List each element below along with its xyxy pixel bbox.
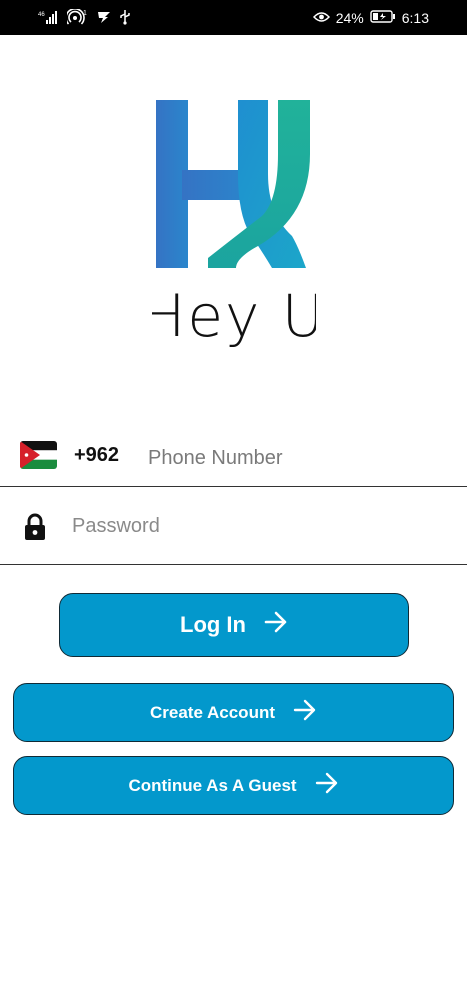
eye-comfort-icon — [312, 10, 330, 26]
login-button-label: Log In — [180, 612, 246, 637]
continue-as-guest-button[interactable]: Continue As A Guest — [13, 756, 454, 815]
lock-icon — [24, 513, 46, 541]
battery-percent: 24% — [335, 10, 364, 26]
create-account-button[interactable]: Create Account — [13, 683, 454, 742]
usb-icon — [119, 9, 131, 28]
status-right-icons: 24% 6:13 — [312, 9, 429, 27]
svg-text:46: 46 — [38, 12, 45, 18]
arrow-right-icon — [315, 772, 339, 799]
country-code[interactable]: +962 — [74, 444, 119, 467]
hotspot-icon: 1 — [65, 7, 89, 28]
continue-as-guest-label: Continue As A Guest — [128, 775, 297, 795]
create-account-label: Create Account — [149, 702, 275, 722]
jordan-flag-icon[interactable] — [20, 441, 57, 469]
status-bar: 46 1 24% 6:13 — [0, 0, 467, 35]
hey-u-logo — [156, 100, 310, 268]
password-input[interactable] — [72, 512, 432, 540]
svg-text:1: 1 — [83, 10, 87, 17]
status-left-icons: 46 1 — [38, 7, 131, 28]
phone-number-input[interactable] — [148, 444, 448, 472]
brand-name: Hey U — [152, 286, 316, 350]
brand-wordmark: Hey U — [152, 286, 316, 350]
vpn-key-icon — [96, 9, 112, 28]
phone-number-row: +962 — [0, 432, 467, 487]
battery-charging-icon — [370, 10, 396, 26]
arrow-right-icon — [293, 699, 317, 726]
arrow-right-icon — [264, 611, 288, 639]
password-row — [0, 488, 467, 565]
clock: 6:13 — [401, 10, 429, 26]
cellular-signal-icon: 46 — [38, 10, 60, 27]
login-button[interactable]: Log In — [59, 593, 409, 657]
